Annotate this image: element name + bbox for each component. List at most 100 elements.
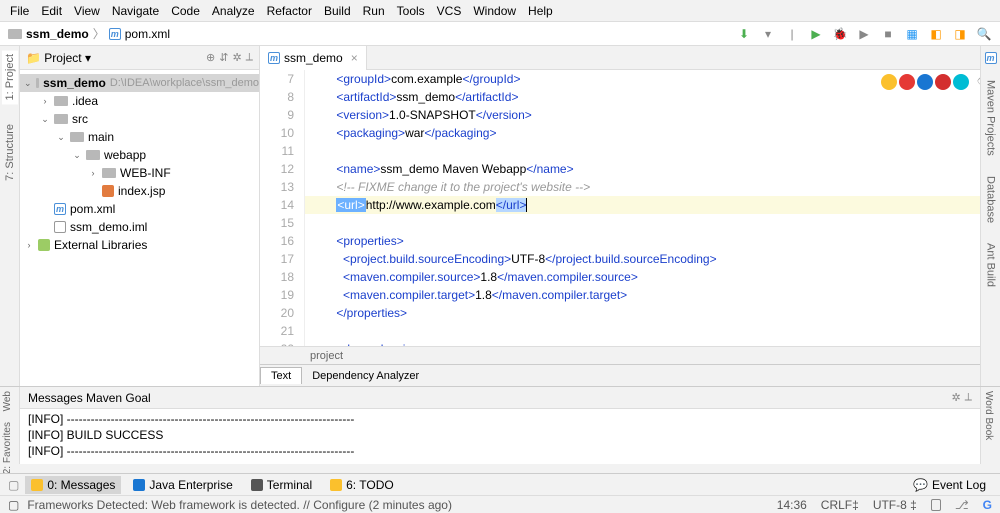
- expand-icon[interactable]: ›: [24, 240, 34, 250]
- status-encoding[interactable]: UTF-8 ‡: [873, 498, 917, 512]
- code-line[interactable]: [305, 142, 1000, 160]
- code-line[interactable]: <maven.compiler.target>1.8</maven.compil…: [305, 286, 1000, 304]
- tree-item[interactable]: ⌄main: [20, 128, 259, 146]
- code-line[interactable]: <version>1.0-SNAPSHOT</version>: [305, 106, 1000, 124]
- expand-icon[interactable]: ⌄: [56, 132, 66, 143]
- menu-refactor[interactable]: Refactor: [261, 2, 318, 20]
- tab-database[interactable]: Database: [983, 172, 999, 227]
- code-line[interactable]: <project.build.sourceEncoding>UTF-8</pro…: [305, 250, 1000, 268]
- tab-project[interactable]: 1: Project: [2, 50, 18, 104]
- hide-icon[interactable]: ⟂: [246, 51, 253, 64]
- tree-item[interactable]: ⌄webapp: [20, 146, 259, 164]
- close-icon[interactable]: ×: [351, 51, 358, 65]
- make-icon[interactable]: ⬇: [736, 26, 752, 42]
- code-line[interactable]: <artifactId>ssm_demo</artifactId>: [305, 88, 1000, 106]
- tree-item[interactable]: ssm_demo.iml: [20, 218, 259, 236]
- project-tree[interactable]: ⌄ ssm_demo D:\IDEA\workplace\ssm_demo ›.…: [20, 70, 259, 386]
- project-title[interactable]: 📁 Project ▾: [26, 51, 91, 65]
- run-icon[interactable]: ▶: [808, 26, 824, 42]
- safari-icon[interactable]: [917, 74, 933, 90]
- status-icon[interactable]: ▢: [8, 498, 19, 512]
- tree-root[interactable]: ⌄ ssm_demo D:\IDEA\workplace\ssm_demo: [20, 74, 259, 92]
- btn-event-log[interactable]: 💬Event Log: [907, 476, 992, 494]
- crumb-ssm-demo[interactable]: ssm_demo: [8, 27, 89, 41]
- gear-icon[interactable]: ✲: [951, 391, 960, 404]
- tab-dependency-analyzer[interactable]: Dependency Analyzer: [302, 368, 429, 384]
- menu-view[interactable]: View: [68, 2, 106, 20]
- code-line[interactable]: [305, 214, 1000, 232]
- editor-tab-ssm-demo[interactable]: m ssm_demo ×: [260, 46, 367, 70]
- editor-breadcrumb[interactable]: project: [260, 346, 1000, 364]
- autoscroll-icon[interactable]: ⊕: [206, 51, 215, 64]
- maven-icon[interactable]: m: [985, 52, 997, 64]
- tree-item[interactable]: ›.idea: [20, 92, 259, 110]
- firefox-icon[interactable]: [899, 74, 915, 90]
- menu-navigate[interactable]: Navigate: [106, 2, 165, 20]
- nav-icon[interactable]: ◧: [928, 26, 944, 42]
- hide-icon[interactable]: ⟂: [965, 391, 972, 404]
- nav-icon-2[interactable]: ◨: [952, 26, 968, 42]
- tree-item[interactable]: index.jsp: [20, 182, 259, 200]
- googler-icon[interactable]: G: [983, 498, 992, 512]
- opera-icon[interactable]: [935, 74, 951, 90]
- code-line[interactable]: <name>ssm_demo Maven Webapp</name>: [305, 160, 1000, 178]
- menu-file[interactable]: File: [4, 2, 35, 20]
- tree-item[interactable]: mpom.xml: [20, 200, 259, 218]
- menu-analyze[interactable]: Analyze: [206, 2, 261, 20]
- expand-icon[interactable]: ›: [88, 168, 98, 178]
- debug-icon[interactable]: 🐞: [832, 26, 848, 42]
- menu-edit[interactable]: Edit: [35, 2, 68, 20]
- lock-icon[interactable]: [931, 499, 941, 511]
- menu-run[interactable]: Run: [357, 2, 391, 20]
- git-icon[interactable]: ⎇: [955, 498, 969, 512]
- chrome-icon[interactable]: [881, 74, 897, 90]
- messages-output[interactable]: [INFO] ---------------------------------…: [20, 409, 980, 464]
- expand-icon[interactable]: ⌄: [72, 150, 82, 161]
- browser-icon-bar: 👁: [881, 74, 992, 90]
- expand-icon[interactable]: ⌄: [24, 78, 32, 89]
- tool-window-quick-icon[interactable]: ▢: [8, 478, 19, 492]
- menu-tools[interactable]: Tools: [391, 2, 431, 20]
- btn-todo[interactable]: 6: TODO: [324, 476, 400, 494]
- tab-favorites[interactable]: 2: Favorites: [0, 418, 15, 478]
- code-editor[interactable]: 7891011121314151617181920212223 <groupId…: [260, 70, 1000, 346]
- btn-java-enterprise[interactable]: Java Enterprise: [127, 476, 238, 494]
- status-message: Frameworks Detected: Web framework is de…: [27, 498, 452, 512]
- ie-icon[interactable]: [953, 74, 969, 90]
- expand-icon[interactable]: ›: [40, 96, 50, 106]
- terminal-icon: [251, 479, 263, 491]
- code-line[interactable]: [305, 322, 1000, 340]
- stop-icon[interactable]: ■: [880, 26, 896, 42]
- run-config-dropdown[interactable]: ▾: [760, 26, 776, 42]
- code-line[interactable]: <packaging>war</packaging>: [305, 124, 1000, 142]
- status-line-ending[interactable]: CRLF‡: [821, 498, 859, 512]
- code-line[interactable]: <maven.compiler.source>1.8</maven.compil…: [305, 268, 1000, 286]
- tree-external-libs[interactable]: › External Libraries: [20, 236, 259, 254]
- menu-code[interactable]: Code: [165, 2, 206, 20]
- tab-word-book[interactable]: Word Book: [981, 387, 996, 444]
- tree-item[interactable]: ⌄src: [20, 110, 259, 128]
- menu-build[interactable]: Build: [318, 2, 357, 20]
- tree-item[interactable]: ›WEB-INF: [20, 164, 259, 182]
- code-line[interactable]: <!-- FIXME change it to the project's we…: [305, 178, 1000, 196]
- crumb-pom[interactable]: mpom.xml: [109, 27, 170, 41]
- tab-structure[interactable]: 7: Structure: [2, 120, 18, 185]
- btn-messages[interactable]: 0: Messages: [25, 476, 121, 494]
- tab-maven-projects[interactable]: Maven Projects: [983, 76, 999, 160]
- tab-text[interactable]: Text: [260, 367, 302, 384]
- project-structure-icon[interactable]: ▦: [904, 26, 920, 42]
- coverage-icon[interactable]: ▶: [856, 26, 872, 42]
- menu-window[interactable]: Window: [467, 2, 522, 20]
- btn-terminal[interactable]: Terminal: [245, 476, 318, 494]
- code-line[interactable]: <properties>: [305, 232, 1000, 250]
- code-line[interactable]: <url>http://www.example.com</url>: [305, 196, 1000, 214]
- expand-icon[interactable]: ⌄: [40, 114, 50, 125]
- search-icon[interactable]: 🔍: [976, 26, 992, 42]
- menu-help[interactable]: Help: [522, 2, 559, 20]
- code-line[interactable]: </properties>: [305, 304, 1000, 322]
- tab-ant-build[interactable]: Ant Build: [983, 239, 999, 291]
- gear-icon[interactable]: ✲: [232, 51, 241, 64]
- collapse-icon[interactable]: ⇵: [219, 51, 228, 64]
- menu-vcs[interactable]: VCS: [431, 2, 468, 20]
- tab-web[interactable]: Web: [0, 387, 15, 415]
